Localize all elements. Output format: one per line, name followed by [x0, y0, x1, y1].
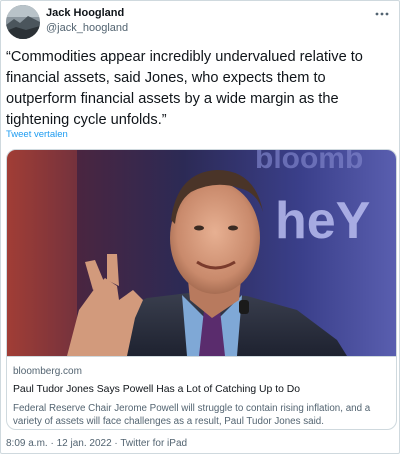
card-domain: bloomberg.com — [13, 366, 82, 377]
tweet-time[interactable]: 8:09 a.m. — [6, 438, 48, 449]
card-title[interactable]: Paul Tudor Jones Says Powell Has a Lot o… — [13, 384, 300, 395]
author-name[interactable]: Jack Hoogland — [46, 7, 124, 19]
tweet-date[interactable]: 12 jan. 2022 — [57, 438, 112, 449]
more-horizontal-icon[interactable] — [374, 7, 390, 21]
backdrop-text-1: bloomb — [255, 150, 363, 175]
card-meta[interactable]: bloomberg.com Paul Tudor Jones Says Powe… — [7, 356, 396, 429]
link-preview-card[interactable]: bloomb heY bloomberg.com Paul Tudor Jone… — [6, 149, 397, 430]
author-handle[interactable]: @jack_hoogland — [46, 22, 128, 34]
tweet-container: Jack Hoogland @jack_hoogland “Commoditie… — [0, 0, 400, 454]
card-image[interactable]: bloomb heY — [7, 150, 396, 356]
separator-1: · — [47, 438, 57, 449]
card-description: Federal Reserve Chair Jerome Powell will… — [13, 403, 371, 427]
backdrop-text-2: heY — [275, 192, 370, 250]
author-avatar[interactable] — [6, 5, 40, 39]
tweet-timestamp: 8:09 a.m. · 12 jan. 2022 · Twitter for i… — [6, 438, 187, 449]
tweet-client[interactable]: Twitter for iPad — [120, 438, 187, 449]
tweet-text: “Commodities appear incredibly undervalu… — [6, 49, 363, 128]
translate-tweet-link[interactable]: Tweet vertalen — [6, 129, 68, 140]
